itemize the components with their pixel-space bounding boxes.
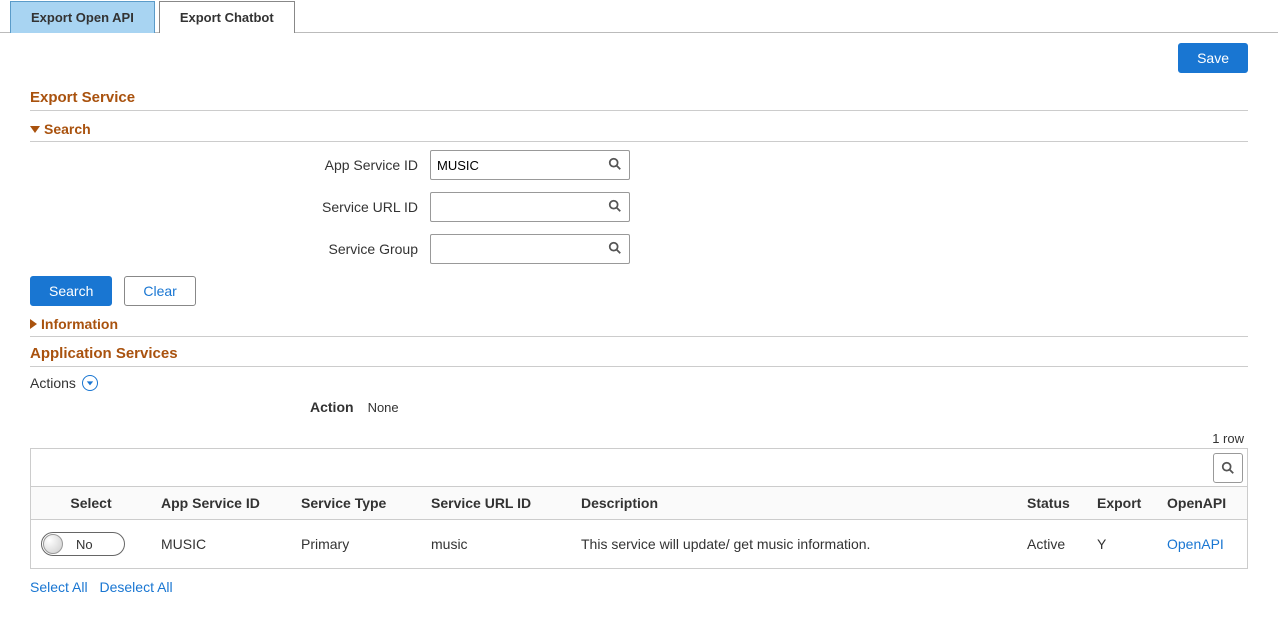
grid-row-count: 1 row [30, 429, 1248, 448]
tab-bar: Export Open API Export Chatbot [0, 0, 1278, 33]
col-service-type: Service Type [291, 487, 421, 520]
lookup-icon[interactable] [601, 157, 629, 174]
col-openapi: OpenAPI [1157, 487, 1247, 520]
app-service-id-label: App Service ID [30, 157, 430, 173]
search-section-label: Search [44, 121, 91, 137]
col-description: Description [571, 487, 1017, 520]
grid-footer-links: Select All Deselect All [30, 579, 1248, 595]
information-section-label: Information [41, 316, 118, 332]
lookup-icon[interactable] [601, 241, 629, 258]
toggle-knob-icon [43, 534, 63, 554]
tab-export-open-api[interactable]: Export Open API [10, 1, 155, 33]
cell-status: Active [1017, 520, 1087, 569]
grid-toolbar [31, 449, 1247, 487]
actions-menu-button[interactable] [82, 375, 98, 391]
col-status: Status [1017, 487, 1087, 520]
service-group-label: Service Group [30, 241, 430, 257]
col-app-service-id: App Service ID [151, 487, 291, 520]
search-form: App Service ID Service URL ID Service Gr… [30, 150, 1248, 306]
service-group-input[interactable] [431, 238, 601, 261]
action-label: Action [310, 399, 368, 415]
information-section-toggle[interactable]: Information [30, 316, 1248, 337]
cell-export: Y [1087, 520, 1157, 569]
save-button[interactable]: Save [1178, 43, 1248, 73]
col-service-url-id: Service URL ID [421, 487, 571, 520]
select-toggle[interactable]: No [41, 532, 125, 556]
search-section-toggle[interactable]: Search [30, 121, 1248, 142]
table-row: No MUSIC Primary music This service will… [31, 520, 1247, 569]
col-export: Export [1087, 487, 1157, 520]
chevron-down-icon [30, 126, 40, 133]
service-url-id-input[interactable] [431, 196, 601, 219]
service-url-id-label: Service URL ID [30, 199, 430, 215]
select-all-link[interactable]: Select All [30, 579, 88, 595]
application-services-heading: Application Services [30, 345, 1248, 367]
service-url-id-lookup [430, 192, 630, 222]
app-service-id-lookup [430, 150, 630, 180]
clear-button[interactable]: Clear [124, 276, 195, 306]
grid-header-row: Select App Service ID Service Type Servi… [31, 487, 1247, 520]
search-button[interactable]: Search [30, 276, 112, 306]
export-service-heading: Export Service [30, 89, 1248, 111]
application-services-grid: Select App Service ID Service Type Servi… [30, 448, 1248, 569]
col-select: Select [31, 487, 151, 520]
cell-service-type: Primary [291, 520, 421, 569]
deselect-all-link[interactable]: Deselect All [99, 579, 172, 595]
action-value: None [368, 400, 399, 415]
select-toggle-label: No [76, 537, 93, 552]
actions-label: Actions [30, 375, 76, 391]
grid-search-button[interactable] [1213, 453, 1243, 483]
tab-export-chatbot[interactable]: Export Chatbot [159, 1, 295, 33]
lookup-icon[interactable] [601, 199, 629, 216]
app-service-id-input[interactable] [431, 154, 601, 177]
chevron-right-icon [30, 319, 37, 329]
cell-app-service-id: MUSIC [151, 520, 291, 569]
openapi-link[interactable]: OpenAPI [1167, 536, 1224, 552]
cell-service-url-id: music [421, 520, 571, 569]
cell-description: This service will update/ get music info… [571, 520, 1017, 569]
service-group-lookup [430, 234, 630, 264]
